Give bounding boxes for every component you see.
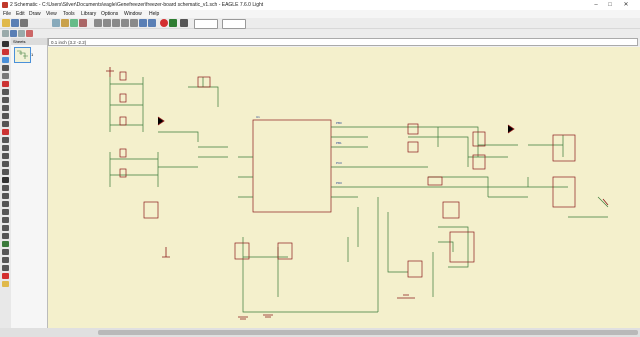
- text-icon[interactable]: [2, 201, 9, 207]
- go-icon[interactable]: [169, 19, 177, 27]
- menu-file[interactable]: File: [3, 10, 11, 18]
- status-bar: [0, 328, 48, 337]
- delete-icon[interactable]: [2, 129, 9, 135]
- net-icon[interactable]: [2, 241, 9, 247]
- info-icon[interactable]: [2, 41, 9, 47]
- layer-dropdown[interactable]: [194, 19, 218, 29]
- copy-icon[interactable]: [2, 81, 9, 87]
- save-icon[interactable]: [11, 19, 19, 27]
- erc-icon[interactable]: [2, 273, 9, 279]
- cam-icon[interactable]: [52, 19, 60, 27]
- menu-view[interactable]: View: [46, 10, 57, 18]
- paste-icon[interactable]: [2, 121, 9, 127]
- menu-bar: File Edit Draw View Tools Library Option…: [0, 10, 640, 18]
- svg-text:U1: U1: [256, 115, 260, 119]
- menu-options[interactable]: Options: [101, 10, 118, 18]
- command-line[interactable]: 0.1 inch (3.2 -2.2): [48, 38, 638, 46]
- print-icon[interactable]: [20, 19, 28, 27]
- label-icon[interactable]: [2, 265, 9, 271]
- menu-help[interactable]: Help: [149, 10, 159, 18]
- redo-icon[interactable]: [148, 19, 156, 27]
- grid-dropdown[interactable]: [222, 19, 246, 29]
- param-icon-4[interactable]: [26, 30, 33, 37]
- param-icon-3[interactable]: [18, 30, 25, 37]
- add-icon[interactable]: [2, 137, 9, 143]
- horizontal-scrollbar[interactable]: [48, 328, 640, 337]
- open-icon[interactable]: [2, 19, 10, 27]
- script-icon[interactable]: [70, 19, 78, 27]
- zoom-redraw-icon[interactable]: [121, 19, 129, 27]
- arc-icon[interactable]: [2, 217, 9, 223]
- app-icon: [2, 2, 8, 8]
- maximize-button[interactable]: □: [604, 0, 616, 10]
- undo-icon[interactable]: [139, 19, 147, 27]
- param-icon-1[interactable]: [2, 30, 9, 37]
- invoke-icon[interactable]: [2, 185, 9, 191]
- ulp-icon[interactable]: [79, 19, 87, 27]
- zoom-in-icon[interactable]: [103, 19, 111, 27]
- mark-icon[interactable]: [2, 65, 9, 71]
- display-icon[interactable]: [2, 57, 9, 63]
- junction-icon[interactable]: [2, 257, 9, 263]
- main-toolbar: 1/2: [0, 18, 640, 44]
- stop-icon[interactable]: [160, 19, 168, 27]
- rect-icon[interactable]: [2, 225, 9, 231]
- smash-icon[interactable]: [2, 169, 9, 175]
- minimize-button[interactable]: –: [590, 0, 602, 10]
- show-icon[interactable]: [2, 49, 9, 55]
- name-icon[interactable]: [2, 153, 9, 159]
- rotate-icon[interactable]: [2, 97, 9, 103]
- schematic-drawing: U1 PB0 PB1 PC0 PD0: [106, 67, 609, 320]
- menu-library[interactable]: Library: [81, 10, 96, 18]
- split-icon[interactable]: [2, 177, 9, 183]
- move-icon[interactable]: [2, 73, 9, 79]
- sheet-thumb-number: 1: [31, 52, 34, 57]
- bus-icon[interactable]: [2, 249, 9, 255]
- svg-text:PB0: PB0: [336, 121, 342, 125]
- menu-tools[interactable]: Tools: [63, 10, 75, 18]
- param-icon-2[interactable]: [10, 30, 17, 37]
- help-icon[interactable]: [180, 19, 188, 27]
- mirror-icon[interactable]: [2, 89, 9, 95]
- window-title: 2 Schematic - C:\Users\Silver\Documents\…: [10, 2, 264, 8]
- circle-icon[interactable]: [2, 209, 9, 215]
- svg-text:PC0: PC0: [336, 161, 342, 165]
- value-icon[interactable]: [2, 161, 9, 167]
- schematic-canvas[interactable]: U1 PB0 PB1 PC0 PD0: [48, 47, 640, 328]
- change-icon[interactable]: [2, 113, 9, 119]
- menu-edit[interactable]: Edit: [16, 10, 25, 18]
- svg-text:PB1: PB1: [336, 141, 342, 145]
- errors-icon[interactable]: [2, 281, 9, 287]
- wire-icon[interactable]: [2, 193, 9, 199]
- menu-draw[interactable]: Draw: [29, 10, 41, 18]
- sheets-panel: Sheets 1: [11, 38, 48, 328]
- svg-text:PD0: PD0: [336, 181, 342, 185]
- replace-icon[interactable]: [2, 145, 9, 151]
- sheets-header: Sheets: [11, 38, 47, 45]
- zoom-out-icon[interactable]: [112, 19, 120, 27]
- menu-window[interactable]: Window: [124, 10, 142, 18]
- polygon-icon[interactable]: [2, 233, 9, 239]
- group-icon[interactable]: [2, 105, 9, 111]
- sheet-thumbnail[interactable]: [14, 47, 31, 63]
- zoom-select-icon[interactable]: [130, 19, 138, 27]
- board-icon[interactable]: [61, 19, 69, 27]
- close-button[interactable]: ✕: [620, 0, 632, 10]
- zoom-fit-icon[interactable]: [94, 19, 102, 27]
- scrollbar-thumb[interactable]: [98, 330, 638, 335]
